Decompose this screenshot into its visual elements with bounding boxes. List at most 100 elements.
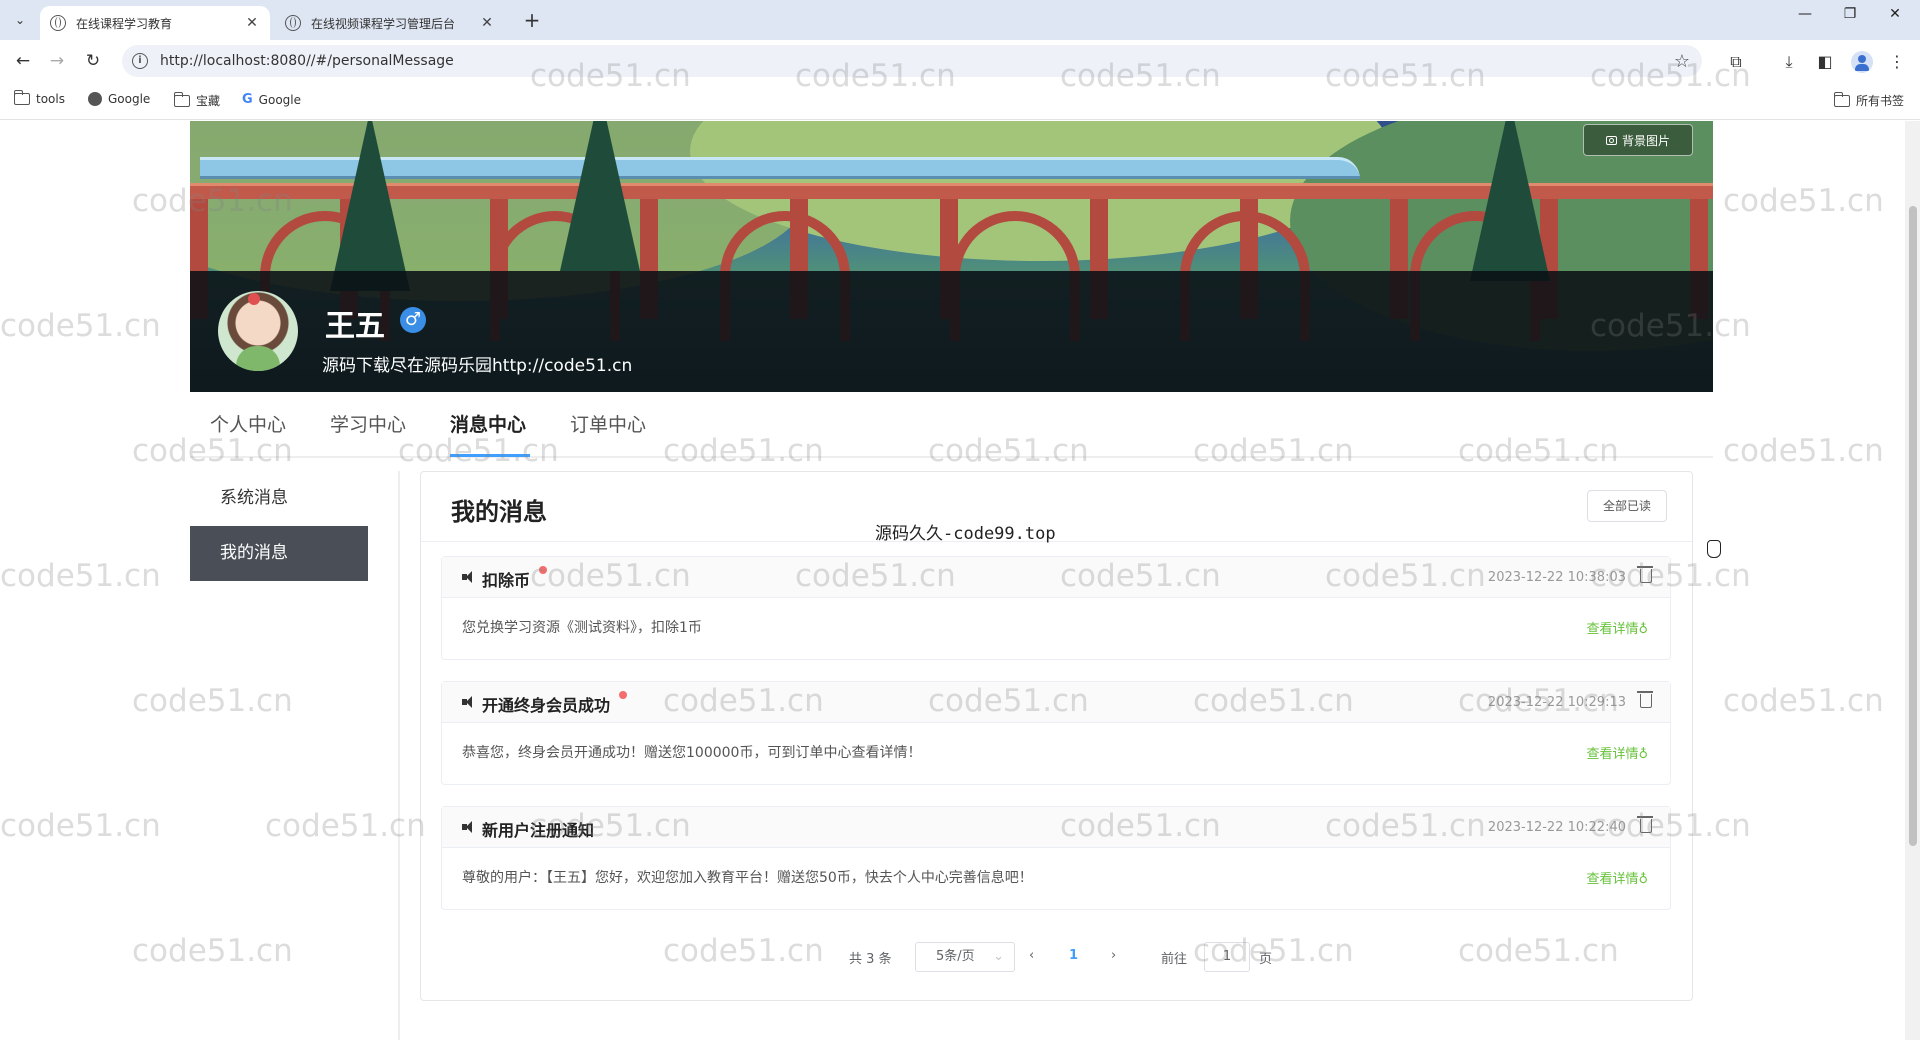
bookmark-tools[interactable]: tools [13,90,65,106]
banner-tree [560,121,640,271]
message-sidebar: 系统消息 我的消息 [190,471,400,1040]
page-scrollbar[interactable] [1905,121,1920,1040]
more-menu-icon[interactable]: ⋮ [1887,52,1907,72]
pagination: 共 3 条 5条/页 ⌄ ‹ 1 › 前往 1 页 [421,942,1692,972]
user-signature: 源码下载尽在源码乐园http://code51.cn [322,356,633,376]
pagination-total: 共 3 条 [849,952,892,967]
tab-order-center[interactable]: 订单中心 [570,410,646,437]
page-size-select[interactable]: 5条/页 ⌄ [915,942,1015,972]
chevron-down-icon: ⌄ [993,949,1004,964]
next-page-chevron-icon[interactable]: › [1111,948,1116,963]
message-time: 2023-12-22 10:29:13 [1487,695,1626,710]
mouse-cursor-icon [1707,540,1721,558]
goto-label: 前往 [1161,952,1188,967]
bookmark-label: tools [36,92,65,106]
forward-arrow-icon[interactable]: → [46,50,68,72]
bookmarks-bar: tools Google 宝藏 G Google 所有书签 [0,82,1920,120]
extensions-icon[interactable]: ⧉ [1726,52,1746,72]
my-messages-panel: 我的消息 全部已读 扣除币 2023-12-22 10:38:03 您兑换学习资… [420,471,1693,1001]
banner-train-nose [1290,157,1360,179]
all-bookmarks[interactable]: 所有书签 [1833,91,1905,109]
male-gender-icon: ♂ [400,307,426,333]
tab-learning-center[interactable]: 学习中心 [330,410,406,437]
message-header: 新用户注册通知 2023-12-22 10:22:40 [442,807,1670,848]
personal-center-container: 背景图片 王五 ♂ 源码下载尽在源码乐园http://code51.cn 个人中… [190,121,1713,1040]
unread-dot [539,566,547,574]
bookmark-label: Google [258,92,301,107]
back-arrow-icon[interactable]: ← [12,50,34,72]
scrollbar-thumb[interactable] [1909,206,1917,846]
message-body: 恭喜您，终身会员开通成功！赠送您100000币，可到订单中心查看详情！ [462,745,922,761]
profile-info-strip: 王五 ♂ 源码下载尽在源码乐园http://code51.cn [190,271,1713,392]
profile-avatar-icon[interactable] [1851,51,1873,73]
user-name: 王五 [325,309,385,344]
all-bookmarks-label: 所有书签 [1856,94,1905,108]
bookmark-label: 宝藏 [196,94,221,108]
message-time: 2023-12-22 10:38:03 [1487,570,1626,585]
close-icon[interactable]: ✕ [479,15,495,31]
tab-list-chevron-icon[interactable]: ⌄ [8,8,32,32]
message-header: 开通终身会员成功 2023-12-22 10:29:13 [442,682,1670,723]
view-details-link[interactable]: 查看详情♁ [1586,618,1648,637]
speaker-icon [462,570,476,584]
view-details-link[interactable]: 查看详情♁ [1586,868,1648,887]
main-tabs: 个人中心 学习中心 消息中心 订单中心 [190,392,1713,458]
bookmark-google-2[interactable]: G Google [242,92,301,107]
background-image-label: 背景图片 [1621,133,1670,148]
goto-page-input[interactable]: 1 [1204,942,1250,972]
globe-icon [50,15,66,31]
browser-tab-active[interactable]: 在线课程学习教育 ✕ [40,6,270,40]
new-tab-plus-icon[interactable]: + [520,8,544,32]
tab-title: 在线视频课程学习管理后台 [311,16,456,31]
message-title: 开通终身会员成功 [482,696,611,715]
message-title: 扣除币 [482,571,531,590]
sidebar-item-my-messages[interactable]: 我的消息 [190,526,368,581]
globe-icon [88,92,102,106]
folder-icon [13,90,30,105]
tab-message-center[interactable]: 消息中心 [450,410,526,437]
message-card: 开通终身会员成功 2023-12-22 10:29:13 恭喜您，终身会员开通成… [441,681,1671,785]
message-header: 扣除币 2023-12-22 10:38:03 [442,557,1670,598]
window-close-icon[interactable]: ✕ [1880,6,1910,22]
mark-all-read-button[interactable]: 全部已读 [1587,490,1667,522]
side-panel-icon[interactable]: ◧ [1815,52,1835,72]
tab-personal-center[interactable]: 个人中心 [210,410,286,437]
browser-tab-bar: ⌄ 在线课程学习教育 ✕ 在线视频课程学习管理后台 ✕ + — ❐ ✕ [0,0,1920,40]
close-icon[interactable]: ✕ [244,15,260,31]
bookmark-google[interactable]: Google [88,92,150,106]
message-time: 2023-12-22 10:22:40 [1487,820,1626,835]
bookmark-star-icon[interactable]: ☆ [1674,51,1690,72]
page-number[interactable]: 1 [1069,948,1078,963]
sidebar-item-system-messages[interactable]: 系统消息 [190,471,368,526]
view-details-link[interactable]: 查看详情♁ [1586,743,1648,762]
delete-trash-icon[interactable] [1637,691,1653,708]
globe-icon [285,15,301,31]
message-card: 新用户注册通知 2023-12-22 10:22:40 尊敬的用户：【王五】您好… [441,806,1671,910]
delete-trash-icon[interactable] [1637,566,1653,583]
download-icon[interactable]: ⤓ [1779,52,1799,72]
profile-banner: 背景图片 王五 ♂ 源码下载尽在源码乐园http://code51.cn [190,121,1713,392]
browser-tab[interactable]: 在线视频课程学习管理后台 ✕ [275,6,505,40]
reload-icon[interactable]: ↻ [82,50,104,72]
banner-tree [330,121,410,291]
camera-icon [1605,135,1617,145]
url-field[interactable]: i http://localhost:8080//#/personalMessa… [122,45,1702,77]
restore-icon[interactable]: ❐ [1835,6,1865,22]
folder-icon [173,91,190,107]
speaker-icon [462,695,476,709]
page-unit-label: 页 [1259,952,1273,967]
folder-icon [1833,91,1850,107]
delete-trash-icon[interactable] [1637,816,1653,833]
page-viewport: 背景图片 王五 ♂ 源码下载尽在源码乐园http://code51.cn 个人中… [0,121,1920,1040]
panel-title: 我的消息 [451,498,547,526]
site-info-icon[interactable]: i [132,53,148,69]
prev-page-chevron-icon[interactable]: ‹ [1029,948,1034,963]
tab-title: 在线课程学习教育 [76,16,173,31]
minimize-icon[interactable]: — [1790,6,1820,22]
banner-tree [1470,121,1550,281]
speaker-icon [462,820,476,834]
google-icon: G [242,92,253,107]
bookmark-treasure[interactable]: 宝藏 [173,91,221,109]
avatar[interactable] [218,291,298,371]
background-image-button[interactable]: 背景图片 [1583,124,1693,156]
